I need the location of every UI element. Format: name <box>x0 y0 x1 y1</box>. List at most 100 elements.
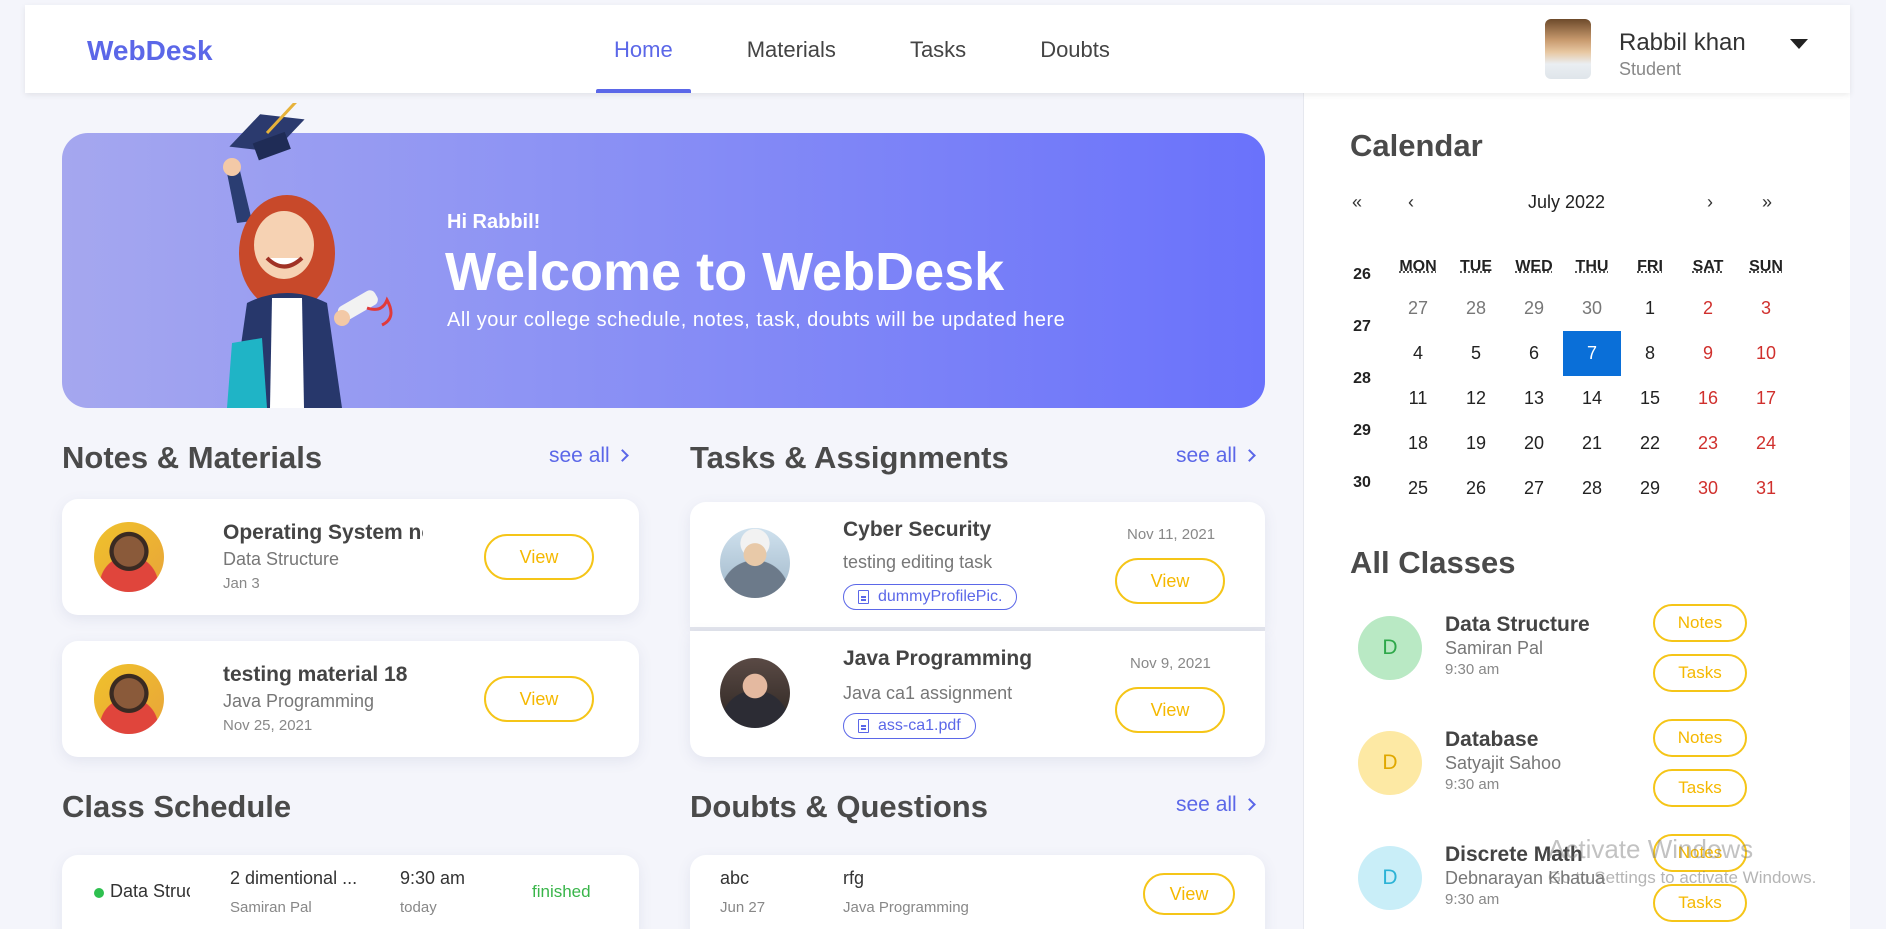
user-menu[interactable]: Rabbil khan Student <box>1545 19 1746 80</box>
class-teacher: Samiran Pal <box>1445 638 1543 659</box>
notes-see-all-link[interactable]: see all <box>549 444 627 468</box>
doubt-row[interactable]: abc Jun 27 rfg Java Programming View <box>690 855 1265 929</box>
weekday-thu: THU <box>1563 258 1621 276</box>
banner-subtitle: All your college schedule, notes, task, … <box>447 309 1065 332</box>
nav-tasks[interactable]: Tasks <box>892 5 984 93</box>
class-tasks-button[interactable]: Tasks <box>1653 884 1747 922</box>
calendar-day[interactable]: 30 <box>1563 286 1621 331</box>
calendar-day[interactable]: 27 <box>1389 286 1447 331</box>
class-badge: D <box>1358 846 1422 910</box>
task-description: testing editing task <box>843 552 992 573</box>
task-attachment-chip[interactable]: ass-ca1.pdf <box>843 713 976 739</box>
doubt-question: rfg <box>843 868 864 889</box>
calendar-day[interactable]: 31 <box>1737 466 1795 511</box>
calendar-day[interactable]: 9 <box>1679 331 1737 376</box>
class-notes-button[interactable]: Notes <box>1653 719 1747 757</box>
task-card: Cyber Security testing editing task dumm… <box>690 502 1265 627</box>
calendar-day[interactable]: 29 <box>1505 286 1563 331</box>
calendar-day[interactable]: 8 <box>1621 331 1679 376</box>
doubt-subject: Java Programming <box>843 899 969 916</box>
tasks-see-all-link[interactable]: see all <box>1176 444 1254 468</box>
task-author-avatar <box>720 658 790 728</box>
nav-materials[interactable]: Materials <box>729 5 854 93</box>
note-view-button[interactable]: View <box>484 534 594 580</box>
calendar-day[interactable]: 28 <box>1563 466 1621 511</box>
calendar-day[interactable]: 23 <box>1679 421 1737 466</box>
calendar-day[interactable]: 13 <box>1505 376 1563 421</box>
chevron-right-icon <box>1243 798 1256 811</box>
class-name: Database <box>1445 728 1538 752</box>
note-author-avatar <box>94 522 164 592</box>
calendar-day[interactable]: 15 <box>1621 376 1679 421</box>
calendar-day[interactable]: 14 <box>1563 376 1621 421</box>
task-attachment-name: ass-ca1.pdf <box>878 717 961 734</box>
schedule-time: 9:30 am <box>400 868 465 889</box>
doubt-view-button[interactable]: View <box>1143 873 1235 915</box>
user-name: Rabbil khan <box>1619 29 1746 57</box>
calendar-day[interactable]: 1 <box>1621 286 1679 331</box>
calendar-day[interactable]: 22 <box>1621 421 1679 466</box>
calendar-day[interactable]: 28 <box>1447 286 1505 331</box>
chevron-right-icon <box>616 449 629 462</box>
calendar-day[interactable]: 2 <box>1679 286 1737 331</box>
calendar-day[interactable]: 21 <box>1563 421 1621 466</box>
calendar-day[interactable]: 3 <box>1737 286 1795 331</box>
calendar-day[interactable]: 17 <box>1737 376 1795 421</box>
notes-section-title: Notes & Materials <box>62 440 322 476</box>
calendar-day[interactable]: 20 <box>1505 421 1563 466</box>
calendar-day[interactable]: 12 <box>1447 376 1505 421</box>
task-attachment-chip[interactable]: dummyProfilePic. <box>843 584 1017 610</box>
class-name: Data Structure <box>1445 613 1590 637</box>
calendar-day[interactable]: 27 <box>1505 466 1563 511</box>
user-role: Student <box>1619 59 1746 80</box>
weekday-fri: FRI <box>1621 258 1679 276</box>
class-tasks-button[interactable]: Tasks <box>1653 769 1747 807</box>
class-notes-button[interactable]: Notes <box>1653 604 1747 642</box>
calendar-day[interactable]: 30 <box>1679 466 1737 511</box>
status-dot-icon <box>94 888 104 898</box>
chevron-right-icon <box>1243 449 1256 462</box>
class-time: 9:30 am <box>1445 891 1499 908</box>
calendar-prev-button[interactable]: ‹ <box>1408 192 1414 213</box>
welcome-banner: Hi Rabbil! Welcome to WebDesk All your c… <box>62 133 1265 408</box>
sidebar-panel <box>1303 93 1850 929</box>
calendar-day[interactable]: 4 <box>1389 331 1447 376</box>
calendar-day[interactable]: 25 <box>1389 466 1447 511</box>
calendar-day[interactable]: 7 <box>1563 331 1621 376</box>
note-view-button[interactable]: View <box>484 676 594 722</box>
calendar-day[interactable]: 10 <box>1737 331 1795 376</box>
calendar-month-label[interactable]: July 2022 <box>1528 192 1605 213</box>
schedule-topic: 2 dimentional ... <box>230 868 357 889</box>
calendar-day[interactable]: 6 <box>1505 331 1563 376</box>
nav-doubts[interactable]: Doubts <box>1022 5 1128 93</box>
calendar-day[interactable]: 11 <box>1389 376 1447 421</box>
calendar-next-button[interactable]: › <box>1707 192 1713 213</box>
calendar-day[interactable]: 16 <box>1679 376 1737 421</box>
calendar-day[interactable]: 5 <box>1447 331 1505 376</box>
brand-logo[interactable]: WebDesk <box>87 35 213 67</box>
calendar-day[interactable]: 24 <box>1737 421 1795 466</box>
note-card: testing material 18 Java Programming Nov… <box>62 641 639 757</box>
banner-title: Welcome to WebDesk <box>445 241 1004 303</box>
top-navbar: WebDesk Home Materials Tasks Doubts Rabb… <box>25 5 1850 93</box>
note-subject: Data Structure <box>223 549 339 570</box>
doubts-see-all-link[interactable]: see all <box>1176 793 1254 817</box>
calendar-day[interactable]: 18 <box>1389 421 1447 466</box>
schedule-row[interactable]: Data Struc 2 dimentional ... Samiran Pal… <box>62 855 639 929</box>
class-tasks-button[interactable]: Tasks <box>1653 654 1747 692</box>
calendar-day[interactable]: 19 <box>1447 421 1505 466</box>
task-view-button[interactable]: View <box>1115 687 1225 733</box>
calendar-first-button[interactable]: « <box>1352 192 1362 213</box>
windows-activation-hint: Go to Settings to activate Windows. <box>1548 868 1816 888</box>
schedule-section-title: Class Schedule <box>62 789 291 825</box>
calendar-title: Calendar <box>1350 128 1483 164</box>
calendar-last-button[interactable]: » <box>1762 192 1772 213</box>
task-view-button[interactable]: View <box>1115 558 1225 604</box>
dropdown-caret-icon[interactable] <box>1790 39 1808 49</box>
calendar-day[interactable]: 29 <box>1621 466 1679 511</box>
task-attachment-name: dummyProfilePic. <box>878 588 1002 605</box>
week-number: 27 <box>1350 318 1374 336</box>
calendar-day[interactable]: 26 <box>1447 466 1505 511</box>
schedule-status: finished <box>532 882 591 902</box>
nav-home[interactable]: Home <box>596 5 691 93</box>
